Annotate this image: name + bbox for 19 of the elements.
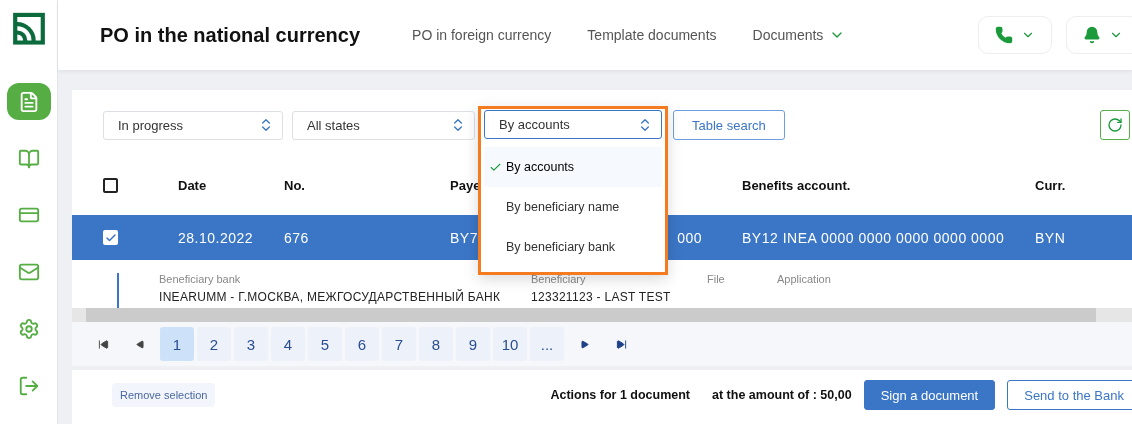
column-header: No. [284, 178, 306, 193]
actions-text: Actions for 1 document [550, 388, 691, 402]
column-header: Date [178, 178, 208, 193]
detail-value: INEARUMM - Г.МОСКВА, МЕЖГОСУДАРСТВЕННЫЙ БАНК [159, 290, 502, 304]
column-header: Curr. [1035, 178, 1067, 193]
column-header: Benefits account. [742, 178, 852, 193]
detail-label: Application [777, 273, 832, 285]
table-cell-text: BYN [1035, 229, 1067, 246]
table-cell: BY7 [450, 229, 478, 246]
table-cell-text: 28.10.2022 [178, 229, 255, 246]
detail-label: File [707, 273, 726, 285]
detail-label: Beneficiary [531, 273, 587, 285]
table-cell-text: BY12 INEA 0000 0000 0000 0000 0000 [742, 229, 1006, 246]
detail-value: 123321123 - LAST TEST [531, 290, 672, 304]
table-cell-text: 676 [284, 229, 310, 246]
page-title: PO in the national currency [100, 23, 361, 47]
detail-label: Beneficiary bank [159, 273, 242, 285]
amount-text: at the amount of : 50,00 [712, 388, 852, 402]
table-cell: 000 [677, 229, 702, 246]
